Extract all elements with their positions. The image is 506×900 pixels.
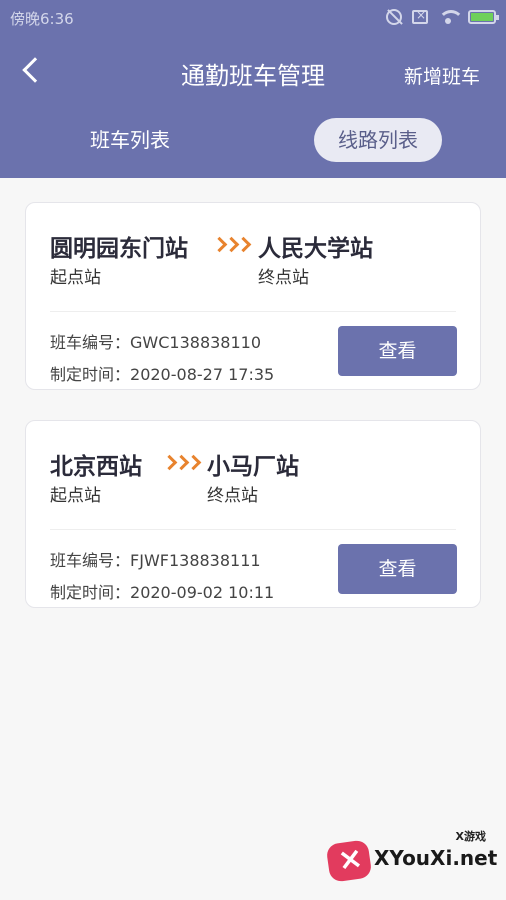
sim-icon: [412, 8, 428, 24]
created-time: 2020-09-02 10:11: [130, 583, 275, 602]
view-button[interactable]: 查看: [338, 326, 457, 376]
bus-code: GWC138838110: [130, 333, 262, 352]
wifi-icon: [438, 10, 464, 24]
start-station: 圆明园东门站: [50, 236, 188, 262]
start-station: 北京西站: [50, 454, 142, 480]
mute-icon: [386, 9, 402, 25]
bus-code-row: 班车编号：FJWF138838111: [50, 547, 261, 571]
end-station: 人民大学站: [258, 236, 373, 262]
view-button[interactable]: 查看: [338, 544, 457, 594]
bus-code-label: 班车编号：: [50, 333, 131, 352]
app-header: 傍晚6:36 通勤班车管理 新增班车 班车列表 线路列表: [0, 0, 506, 178]
end-station-label: 终点站: [207, 486, 258, 506]
double-chevron-right-icon: [211, 236, 252, 253]
tab-route-list[interactable]: 线路列表: [314, 118, 442, 162]
watermark-small-text: X游戏: [455, 830, 486, 843]
route-card: 北京西站 小马厂站 起点站 终点站 班车编号：FJWF138838111 制定时…: [25, 420, 481, 608]
divider: [50, 311, 456, 312]
bus-code-label: 班车编号：: [50, 551, 131, 570]
created-time-row: 制定时间：2020-09-02 10:11: [50, 579, 274, 603]
end-station-label: 终点站: [258, 268, 309, 288]
status-bar: 傍晚6:36: [0, 0, 506, 34]
add-bus-button[interactable]: 新增班车: [404, 62, 480, 89]
created-time-label: 制定时间：: [50, 583, 131, 602]
divider: [50, 529, 456, 530]
status-time: 傍晚6:36: [10, 10, 74, 28]
battery-icon: [468, 10, 499, 24]
status-icons: [386, 8, 499, 26]
tab-bar: 班车列表 线路列表: [0, 118, 506, 164]
watermark-text: XYouXi.net: [374, 846, 498, 870]
end-station: 小马厂站: [207, 454, 299, 480]
bus-code-row: 班车编号：GWC138838110: [50, 329, 261, 353]
watermark: X游戏 XYouXi.net: [325, 828, 498, 888]
created-time-row: 制定时间：2020-08-27 17:35: [50, 361, 274, 385]
double-chevron-right-icon: [161, 454, 202, 471]
bus-code: FJWF138838111: [130, 551, 261, 570]
start-station-label: 起点站: [50, 268, 101, 288]
tab-bus-list[interactable]: 班车列表: [60, 118, 200, 162]
created-time-label: 制定时间：: [50, 365, 131, 384]
created-time: 2020-08-27 17:35: [130, 365, 275, 384]
watermark-logo-icon: [325, 839, 373, 883]
route-card: 圆明园东门站 人民大学站 起点站 终点站 班车编号：GWC138838110 制…: [25, 202, 481, 390]
start-station-label: 起点站: [50, 486, 101, 506]
